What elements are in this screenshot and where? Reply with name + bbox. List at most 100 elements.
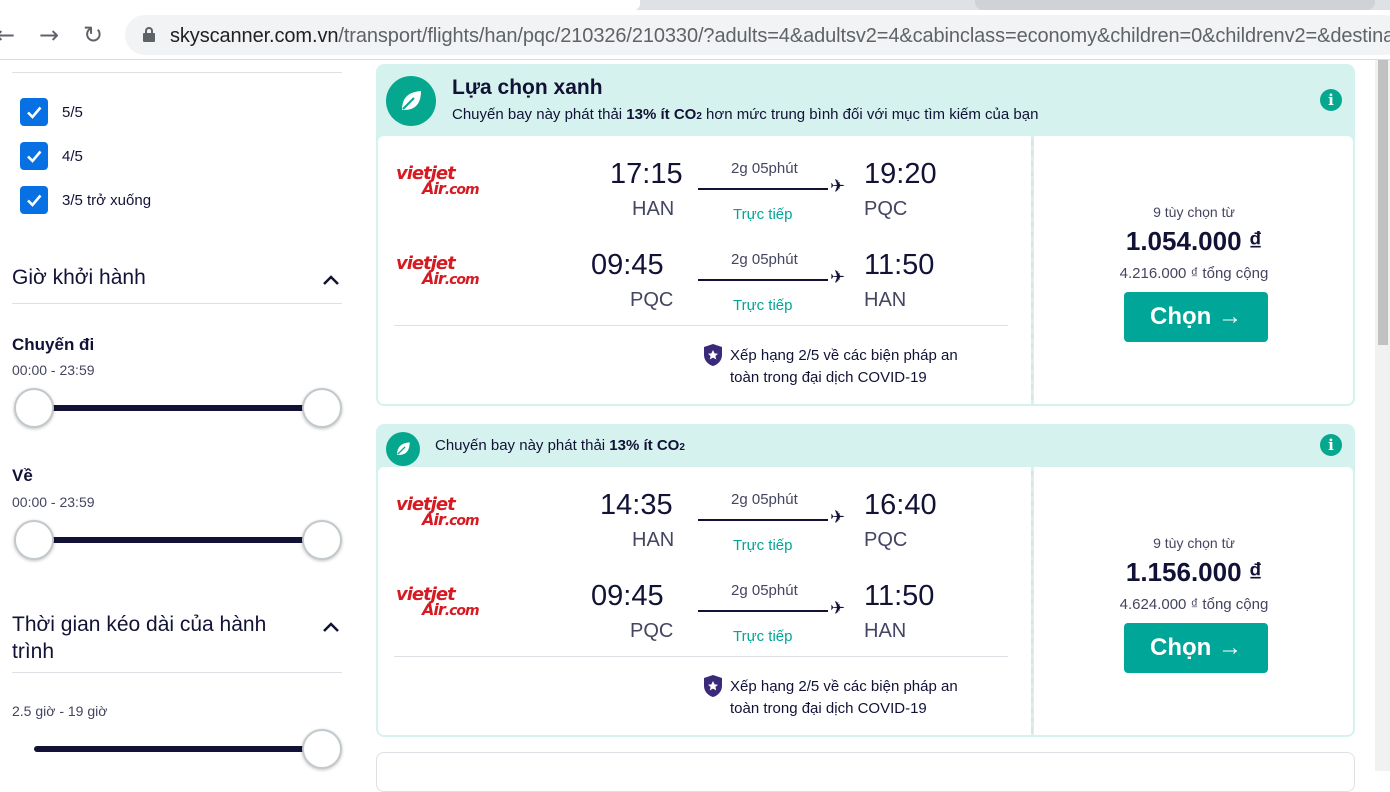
browser-tab[interactable] (975, 0, 1375, 10)
divider (394, 325, 1008, 326)
vietjet-logo: vietjet Air.com (396, 163, 480, 199)
slider-track (34, 746, 320, 752)
flight-duration: 2g 05phút (731, 251, 798, 268)
page-scrollbar[interactable] (1375, 60, 1390, 771)
price: 1.054.000 ₫ (1125, 226, 1263, 256)
slider-handle-max[interactable] (302, 729, 342, 769)
total-price: 4.216.000 ₫ tổng cộng (1119, 265, 1269, 282)
slider-handle-min[interactable] (14, 388, 54, 428)
leaf-icon (386, 432, 420, 466)
select-button[interactable]: Chọn → (1124, 292, 1268, 342)
flight-result-card: Lựa chọn xanh Chuyến bay này phát thải 1… (376, 64, 1355, 406)
direct-label: Trực tiếp (733, 297, 793, 314)
depart-time: 09:45 (591, 580, 664, 612)
duration-title[interactable]: Thời gian kéo dài của hành trình (12, 611, 292, 665)
tab-strip (0, 0, 1390, 10)
back-arrow-icon[interactable]: ← (0, 20, 20, 50)
departure-time-title[interactable]: Giờ khởi hành (12, 266, 146, 290)
active-tab[interactable] (0, 0, 640, 10)
plane-icon: ✈ (830, 267, 846, 288)
arrive-time: 16:40 (864, 489, 937, 521)
eco-banner-text: Chuyến bay này phát thải 13% ít CO2 (435, 437, 685, 454)
depart-airport: PQC (630, 289, 674, 311)
plane-icon: ✈ (830, 598, 846, 619)
price-panel: 9 tùy chọn từ 1.054.000 ₫ 4.216.000 ₫ tổ… (1034, 136, 1353, 404)
shield-icon (704, 675, 722, 697)
route-line (698, 279, 828, 281)
ticket-divider (1031, 471, 1033, 733)
arrive-airport: HAN (864, 289, 907, 311)
browser-toolbar: ← → ↻ skyscanner.com.vn/transport/flight… (0, 10, 1390, 60)
shield-icon (704, 344, 722, 366)
plane-icon: ✈ (830, 507, 846, 528)
scrollbar-thumb[interactable] (1378, 60, 1388, 345)
flight-duration: 2g 05phút (731, 491, 798, 508)
ticket-divider (1031, 140, 1033, 400)
rating-filter-4[interactable]: 4/5 (20, 142, 83, 170)
depart-airport: PQC (630, 620, 674, 642)
rating-label: 5/5 (62, 103, 83, 121)
divider (12, 303, 342, 304)
return-range: 00:00 - 23:59 (12, 494, 95, 510)
arrive-time: 11:50 (864, 580, 935, 612)
direct-label: Trực tiếp (733, 628, 793, 645)
covid-rating-text[interactable]: Xếp hạng 2/5 về các biện pháp an toàn tro… (730, 676, 958, 720)
arrive-airport: PQC (864, 529, 908, 551)
filter-sidebar: 5/5 4/5 3/5 trở xuống Giờ khởi hành Chuy… (0, 60, 345, 771)
depart-time: 17:15 (610, 158, 683, 190)
eco-banner: Lựa chọn xanh Chuyến bay này phát thải 1… (376, 64, 1355, 134)
return-label: Về (12, 466, 33, 485)
price-panel: 9 tùy chọn từ 1.156.000 ₫ 4.624.000 ₫ tổ… (1034, 467, 1353, 735)
checkbox-checked-icon[interactable] (20, 186, 48, 214)
price: 1.156.000 ₫ (1125, 557, 1263, 587)
arrive-airport: HAN (864, 620, 907, 642)
outbound-time-slider[interactable] (14, 388, 342, 428)
itinerary-panel[interactable]: vietjet Air.com 14:35 HAN 2g 05phút ✈ Trự… (378, 467, 1031, 735)
duration-range: 2.5 giờ - 19 giờ (12, 703, 108, 719)
rating-filter-3[interactable]: 3/5 trở xuống (20, 186, 151, 214)
url-host: skyscanner.com.vn (170, 25, 339, 47)
chevron-up-icon[interactable] (322, 621, 340, 633)
arrive-airport: PQC (864, 198, 908, 220)
options-count: 9 tùy chọn từ (1153, 204, 1235, 220)
eco-banner-title: Lựa chọn xanh (452, 76, 603, 99)
outbound-range: 00:00 - 23:59 (12, 362, 95, 378)
lock-icon (143, 27, 155, 42)
chevron-up-icon[interactable] (322, 274, 340, 286)
itinerary-panel[interactable]: vietjet Air.com 17:15 HAN 2g 05phút ✈ Trự… (378, 136, 1031, 404)
divider (12, 72, 342, 73)
return-time-slider[interactable] (14, 520, 342, 560)
total-price: 4.624.000 ₫ tổng cộng (1119, 596, 1269, 613)
select-button[interactable]: Chọn → (1124, 623, 1268, 673)
route-line (698, 610, 828, 612)
slider-track (34, 537, 320, 543)
covid-rating-text[interactable]: Xếp hạng 2/5 về các biện pháp an toàn tro… (730, 345, 958, 389)
info-icon[interactable]: i (1320, 89, 1342, 111)
slider-handle-max[interactable] (302, 388, 342, 428)
duration-slider[interactable] (14, 729, 342, 769)
checkbox-checked-icon[interactable] (20, 98, 48, 126)
arrive-time: 11:50 (864, 249, 935, 281)
slider-handle-max[interactable] (302, 520, 342, 560)
leaf-icon (386, 76, 436, 126)
direct-label: Trực tiếp (733, 206, 793, 223)
depart-time: 09:45 (591, 249, 664, 281)
options-count: 9 tùy chọn từ (1153, 535, 1235, 551)
flight-result-card[interactable] (376, 752, 1355, 792)
rating-filter-5[interactable]: 5/5 (20, 98, 83, 126)
divider (12, 672, 342, 673)
reload-icon[interactable]: ↻ (78, 20, 108, 50)
address-bar[interactable]: skyscanner.com.vn/transport/flights/han/… (125, 15, 1390, 55)
vietjet-logo: vietjet Air.com (396, 494, 480, 530)
slider-handle-min[interactable] (14, 520, 54, 560)
depart-airport: HAN (632, 529, 675, 551)
direct-label: Trực tiếp (733, 537, 793, 554)
info-icon[interactable]: i (1320, 434, 1342, 456)
rating-label: 3/5 trở xuống (62, 191, 152, 209)
checkbox-checked-icon[interactable] (20, 142, 48, 170)
vietjet-logo: vietjet Air.com (396, 584, 480, 620)
forward-arrow-icon[interactable]: → (34, 20, 64, 50)
rating-label: 4/5 (62, 147, 83, 165)
flight-duration: 2g 05phút (731, 582, 798, 599)
url-text[interactable]: skyscanner.com.vn/transport/flights/han/… (170, 25, 1390, 48)
